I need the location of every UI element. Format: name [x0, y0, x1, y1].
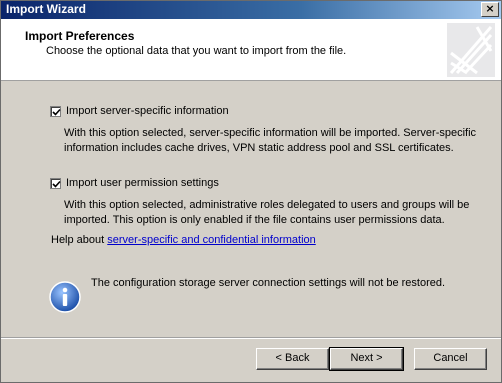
- user-permission-description-line2: imported. This option is only enabled if…: [64, 214, 445, 226]
- wizard-logo-icon: [447, 23, 495, 77]
- close-button[interactable]: ×: [481, 2, 499, 17]
- cancel-button[interactable]: Cancel: [414, 348, 487, 370]
- user-permission-checkbox[interactable]: [50, 178, 61, 189]
- server-specific-description: With this option selected, server-specif…: [64, 126, 476, 156]
- server-specific-label[interactable]: Import server-specific information: [66, 105, 229, 117]
- user-permission-description: With this option selected, administrativ…: [64, 198, 469, 228]
- page-title: Import Preferences: [25, 29, 135, 43]
- checkmark-icon: [52, 108, 61, 116]
- checkmark-icon: [52, 180, 61, 188]
- info-message: The configuration storage server connect…: [91, 277, 446, 289]
- wizard-header: Import Preferences Choose the optional d…: [1, 19, 501, 81]
- help-line: Help about server-specific and confident…: [51, 234, 316, 246]
- title-bar[interactable]: Import Wizard ×: [1, 1, 501, 19]
- server-specific-checkbox[interactable]: [50, 106, 61, 117]
- button-separator: [1, 337, 501, 339]
- help-prefix: Help about: [51, 234, 108, 246]
- server-specific-description-line1: With this option selected, server-specif…: [64, 127, 477, 139]
- help-link[interactable]: server-specific and confidential informa…: [107, 234, 316, 246]
- window-title: Import Wizard: [6, 2, 86, 16]
- user-permission-description-line1: With this option selected, administrativ…: [64, 199, 470, 211]
- user-permission-label[interactable]: Import user permission settings: [66, 177, 219, 189]
- back-button[interactable]: < Back: [256, 348, 329, 370]
- page-subtitle: Choose the optional data that you want t…: [46, 45, 347, 57]
- next-button[interactable]: Next >: [329, 347, 404, 371]
- import-wizard-window: Import Wizard × Import Preferences Choos…: [0, 0, 502, 383]
- info-icon: [49, 281, 81, 313]
- server-specific-description-line2: information includes cache drives, VPN s…: [64, 142, 454, 154]
